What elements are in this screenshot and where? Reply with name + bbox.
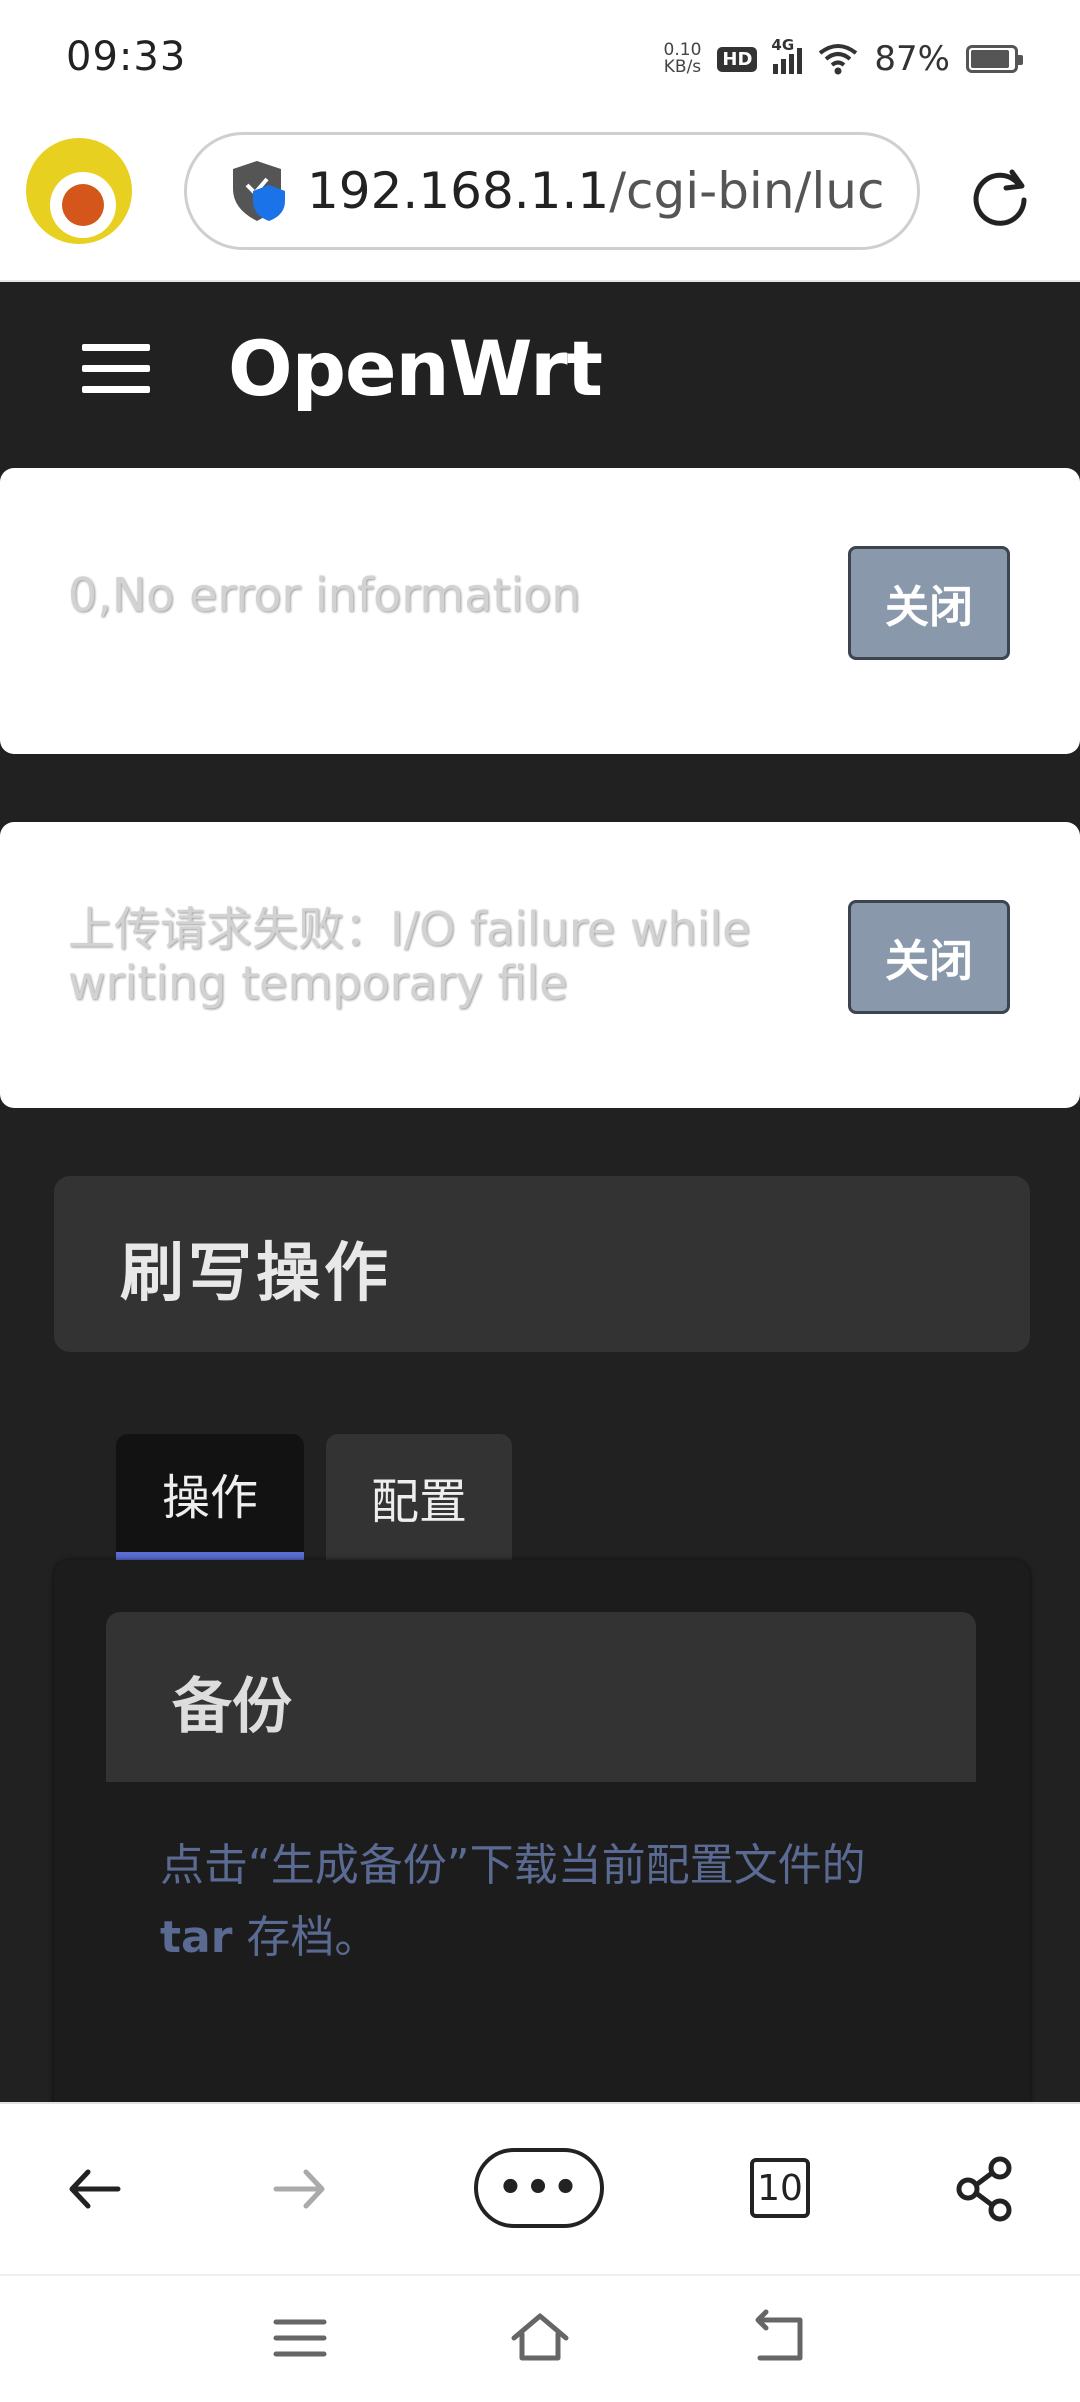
status-time: 09:33 [66, 34, 187, 80]
menu-icon[interactable] [82, 344, 150, 394]
status-bar: 09:33 0.10 KB/s HD 4G 87% [0, 0, 1080, 120]
desc-text-2: 存档。 [232, 1912, 379, 1963]
avatar[interactable] [26, 138, 132, 244]
home-icon[interactable] [510, 2308, 570, 2368]
system-nav-bar [0, 2274, 1080, 2402]
brand-logo[interactable]: OpenWrt [228, 324, 603, 413]
url-text: 192.168.1.1/cgi-bin/luc [307, 162, 884, 220]
forward-arrow-icon[interactable] [264, 2154, 334, 2224]
net-speed: 0.10 KB/s [664, 42, 702, 76]
tab-configuration[interactable]: 配置 [326, 1434, 512, 1560]
signal-icon: 4G [771, 36, 803, 74]
battery-icon [966, 45, 1023, 73]
url-path: /cgi-bin/luc [609, 162, 885, 220]
browser-toolbar: ••• 10 [0, 2102, 1080, 2274]
backup-section-header: 备份 [106, 1612, 976, 1782]
net-speed-unit: KB/s [663, 57, 702, 77]
share-icon[interactable] [950, 2154, 1020, 2224]
reload-icon[interactable] [968, 164, 1034, 230]
openwrt-header: OpenWrt [0, 282, 1080, 464]
close-button[interactable]: 关闭 [848, 900, 1010, 1014]
backup-title: 备份 [172, 1672, 292, 1742]
backup-description: 点击“生成备份”下载当前配置文件的 tar 存档。 [160, 1830, 920, 1974]
shield-icon [233, 161, 285, 221]
desc-bold-tar: tar [160, 1912, 233, 1963]
battery-percent: 87% [874, 39, 950, 79]
close-button[interactable]: 关闭 [848, 546, 1010, 660]
alert-message: 上传请求失败：I/O failure while writing tempora… [0, 822, 1080, 1108]
desc-text-1: 点击“生成备份”下载当前配置文件的 [160, 1840, 866, 1891]
tab-count-button[interactable]: 10 [750, 2158, 810, 2218]
url-field[interactable]: 192.168.1.1/cgi-bin/luc [184, 132, 920, 250]
tab-panel: 备份 点击“生成备份”下载当前配置文件的 tar 存档。 [54, 1560, 1030, 2102]
network-type-label: 4G [771, 36, 795, 54]
alert-text: 0,No error information [68, 568, 581, 622]
tab-actions[interactable]: 操作 [116, 1434, 304, 1560]
back-arrow-icon[interactable] [60, 2154, 130, 2224]
status-icons: 0.10 KB/s HD 4G 87% [664, 34, 1023, 84]
alert-text: 上传请求失败：I/O failure while writing tempora… [68, 902, 751, 1010]
wifi-icon [819, 44, 858, 75]
page-title-box: 刷写操作 [54, 1176, 1030, 1352]
back-nav-icon[interactable] [750, 2308, 810, 2368]
recent-apps-icon[interactable] [270, 2308, 330, 2368]
browser-address-bar: 192.168.1.1/cgi-bin/luc [0, 120, 1080, 282]
hd-icon: HD [717, 46, 758, 72]
web-page: OpenWrt 0,No error information 关闭 上传请求失败… [0, 282, 1080, 2102]
alert-message: 0,No error information 关闭 [0, 468, 1080, 754]
url-host: 192.168.1.1 [307, 162, 610, 220]
page-title: 刷写操作 [120, 1237, 392, 1311]
more-menu-button[interactable]: ••• [474, 2148, 604, 2228]
